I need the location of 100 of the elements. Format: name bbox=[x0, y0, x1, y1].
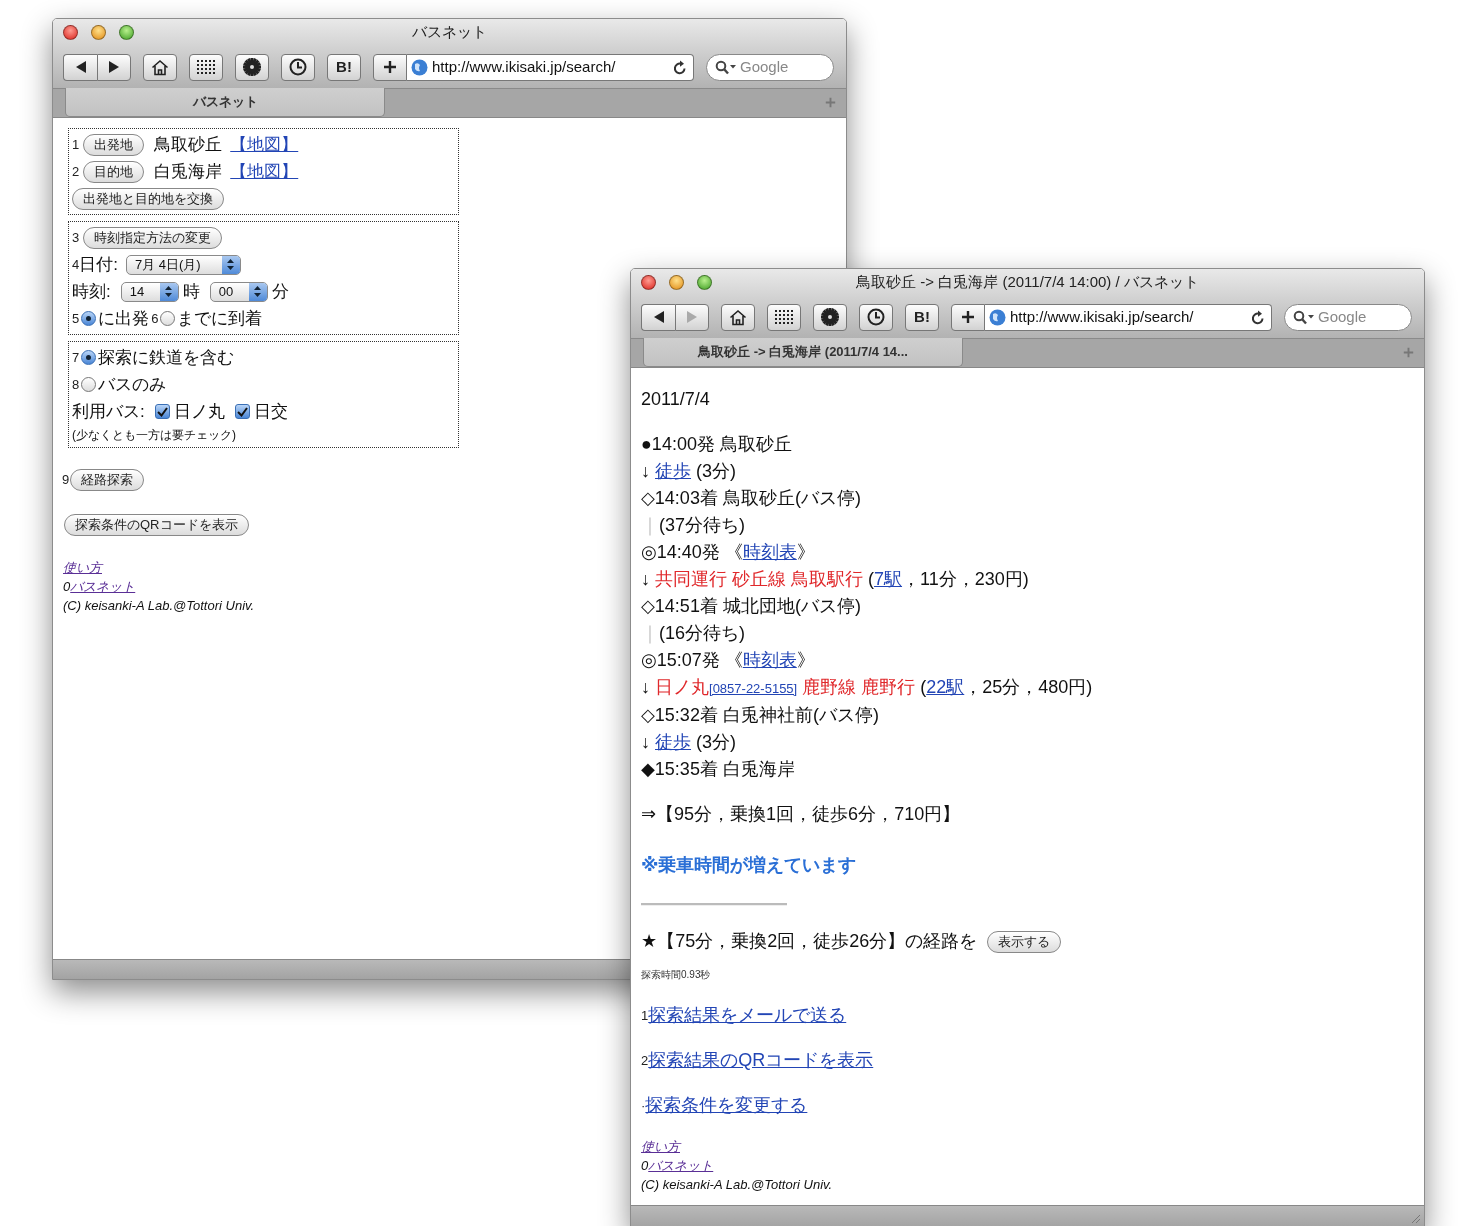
map-link[interactable]: 【地図】 bbox=[230, 131, 299, 158]
browser-tab[interactable]: バスネット bbox=[65, 88, 385, 117]
route-step: ◇14:51着 城北団地(バス停) bbox=[641, 593, 1414, 620]
show-route-button[interactable]: 表示する bbox=[987, 930, 1062, 953]
stepper-arrows-icon bbox=[227, 259, 235, 270]
checkbox[interactable] bbox=[154, 404, 170, 419]
home-link[interactable]: バスネット bbox=[70, 579, 136, 594]
address-field[interactable]: http://www.ikisaki.jp/search/ bbox=[407, 53, 694, 81]
help-link[interactable]: 使い方 bbox=[63, 560, 102, 575]
hour-unit: 時 bbox=[182, 280, 200, 303]
place-button[interactable]: 目的地 bbox=[83, 160, 145, 183]
browser-tab[interactable]: 鳥取砂丘 -> 白兎海岸 (2011/7/4 14... bbox=[643, 338, 963, 367]
date-select[interactable]: 7月 4日(月) bbox=[125, 254, 241, 275]
radio-label: に出発 bbox=[98, 307, 150, 330]
minute-select[interactable]: 00 bbox=[209, 281, 268, 302]
page-link[interactable]: 7駅 bbox=[874, 569, 903, 589]
map-link[interactable]: 【地図】 bbox=[230, 158, 299, 185]
place-name: 鳥取砂丘 bbox=[154, 133, 223, 156]
home-icon bbox=[151, 58, 169, 76]
qr-code-button[interactable]: 探索条件のQRコードを表示 bbox=[64, 513, 249, 536]
close-light-icon[interactable] bbox=[641, 275, 656, 290]
route-step: ｜(37分待ち) bbox=[641, 512, 1414, 539]
top-sites-button[interactable] bbox=[189, 53, 223, 81]
route-step: ●14:00発 鳥取砂丘 bbox=[641, 431, 1414, 458]
route-step: ↓ 共同運行 砂丘線 鳥取駅行 (7駅，11分，230円) bbox=[641, 566, 1414, 593]
access-key-number: 1 bbox=[72, 135, 80, 154]
checkbox-label: 日ノ丸 bbox=[173, 400, 225, 423]
back-arrow-icon bbox=[653, 311, 664, 323]
minimize-light-icon[interactable] bbox=[669, 275, 684, 290]
action-link[interactable]: 探索結果のQRコードを表示 bbox=[648, 1047, 874, 1074]
add-bookmark-button[interactable] bbox=[373, 53, 407, 81]
route-step: ◆15:35着 白兎海岸 bbox=[641, 756, 1414, 783]
forward-button[interactable] bbox=[97, 53, 131, 81]
home-icon bbox=[729, 308, 747, 326]
minimize-light-icon[interactable] bbox=[91, 25, 106, 40]
plus-icon bbox=[961, 310, 975, 324]
time-mode-button[interactable]: 時刻指定方法の変更 bbox=[83, 226, 223, 249]
page-link[interactable]: 時刻表 bbox=[742, 650, 797, 670]
page-link[interactable]: 徒歩 bbox=[655, 461, 691, 481]
summary-text: ⇒【95分，乗換1回，徒歩6分，710円】 bbox=[641, 803, 962, 826]
back-button[interactable] bbox=[641, 303, 675, 331]
swap-button[interactable]: 出発地と目的地を交換 bbox=[72, 187, 224, 210]
gear-icon bbox=[243, 58, 261, 76]
help-link[interactable]: 使い方 bbox=[641, 1139, 680, 1154]
hour-select[interactable]: 14 bbox=[120, 281, 179, 302]
back-arrow-icon bbox=[75, 61, 86, 73]
phone-link[interactable]: [0857-22-5155] bbox=[709, 681, 798, 696]
search-field[interactable]: Google bbox=[706, 53, 834, 81]
action-link[interactable]: 探索条件を変更する bbox=[645, 1092, 808, 1119]
radio-button[interactable] bbox=[81, 311, 97, 326]
access-key-number: · bbox=[641, 1097, 646, 1113]
search-icon bbox=[1293, 309, 1315, 325]
bookmark-button[interactable]: B! bbox=[327, 53, 361, 81]
resize-grip-icon bbox=[1409, 1212, 1421, 1224]
new-tab-icon bbox=[1403, 347, 1414, 358]
top-sites-button[interactable] bbox=[767, 303, 801, 331]
zoom-light-icon[interactable] bbox=[697, 275, 712, 290]
forward-arrow-icon bbox=[109, 61, 119, 73]
bookmark-button[interactable]: B! bbox=[905, 303, 939, 331]
route-step: ↓ 徒歩 (3分) bbox=[641, 458, 1414, 485]
page-link[interactable]: 時刻表 bbox=[742, 542, 797, 562]
page-link[interactable]: 22駅 bbox=[926, 677, 965, 697]
place-name: 白兎海岸 bbox=[154, 160, 223, 183]
add-bookmark-button[interactable] bbox=[951, 303, 985, 331]
action-link[interactable]: 探索結果をメールで送る bbox=[648, 1002, 847, 1029]
back-button[interactable] bbox=[63, 53, 97, 81]
footer-line: 0バスネット bbox=[641, 1157, 714, 1175]
radio-button[interactable] bbox=[81, 350, 97, 365]
access-key-number: 3 bbox=[72, 228, 80, 247]
reload-icon bbox=[673, 59, 687, 75]
page-link[interactable]: 徒歩 bbox=[655, 732, 691, 752]
checkbox-label: 日交 bbox=[253, 400, 288, 423]
radio-label: バスのみ bbox=[98, 373, 167, 396]
access-key-number: 1 bbox=[641, 1007, 649, 1023]
settings-button[interactable] bbox=[813, 303, 847, 331]
home-link[interactable]: バスネット bbox=[648, 1158, 714, 1173]
history-button[interactable] bbox=[281, 53, 315, 81]
search-route-button[interactable]: 経路探索 bbox=[70, 468, 145, 491]
new-tab-icon bbox=[825, 97, 836, 108]
grid-icon bbox=[775, 310, 793, 324]
radio-button[interactable] bbox=[160, 311, 176, 326]
route-step: ◎15:07発 《時刻表》 bbox=[641, 647, 1414, 674]
place-button[interactable]: 出発地 bbox=[83, 133, 145, 156]
radio-button[interactable] bbox=[81, 377, 97, 392]
stepper-arrows-icon bbox=[165, 286, 173, 297]
history-button[interactable] bbox=[859, 303, 893, 331]
search-field[interactable]: Google bbox=[1284, 303, 1412, 331]
alternative-route-text: ★【75分，乗換2回，徒歩26分】の経路を bbox=[641, 930, 978, 953]
zoom-light-icon[interactable] bbox=[119, 25, 134, 40]
close-light-icon[interactable] bbox=[63, 25, 78, 40]
gear-icon bbox=[821, 308, 839, 326]
route-step: ◇15:32着 白兎神社前(バス停) bbox=[641, 702, 1414, 729]
home-button[interactable] bbox=[721, 303, 755, 331]
settings-button[interactable] bbox=[235, 53, 269, 81]
checkbox[interactable] bbox=[234, 404, 250, 419]
copyright-text: (C) keisanki-A Lab.@Tottori Univ. bbox=[63, 597, 255, 615]
forward-arrow-icon bbox=[687, 311, 697, 323]
address-field[interactable]: http://www.ikisaki.jp/search/ bbox=[985, 303, 1272, 331]
route-step: ◎14:40発 《時刻表》 bbox=[641, 539, 1414, 566]
home-button[interactable] bbox=[143, 53, 177, 81]
